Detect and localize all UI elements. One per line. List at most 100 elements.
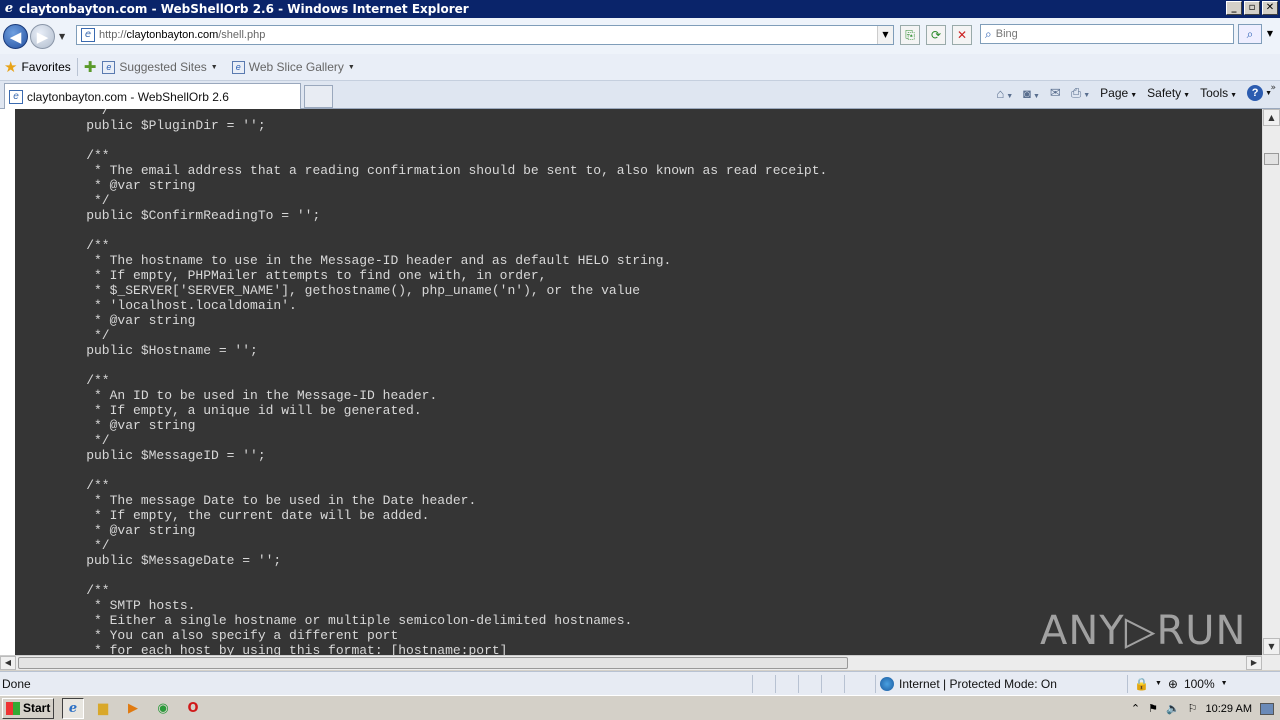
chrome-icon[interactable]: ◉: [152, 698, 174, 719]
search-input[interactable]: ⌕ Bing: [980, 24, 1234, 44]
tab-active[interactable]: e claytonbayton.com - WebShellOrb 2.6: [4, 83, 301, 109]
command-bar: ⌂ ▼ ◙ ▼ ✉ ⎙ ▼ Page ▼ Safety ▼ Tools ▼ ? ▼: [996, 85, 1272, 101]
favorites-button[interactable]: Favorites: [21, 60, 70, 74]
tools-menu[interactable]: Tools ▼: [1200, 86, 1237, 100]
minimize-button[interactable]: _: [1226, 1, 1242, 15]
page-menu[interactable]: Page ▼: [1100, 86, 1137, 100]
address-dropdown-icon[interactable]: ▼: [877, 26, 893, 44]
web-slice-gallery-link[interactable]: e Web Slice Gallery ▼: [231, 60, 355, 74]
search-go-button[interactable]: ⌕: [1238, 24, 1262, 44]
tab-row: e claytonbayton.com - WebShellOrb 2.6 ⌂ ▼…: [0, 81, 1280, 109]
address-bar[interactable]: e http://claytonbayton.com/shell.php ▼: [76, 25, 894, 45]
windows-logo-icon: [6, 701, 20, 715]
read-mail-icon[interactable]: ✉: [1050, 85, 1061, 101]
code-line: * The message Date to be used in the Dat…: [55, 493, 477, 508]
window-title-bar[interactable]: e claytonbayton.com - WebShellOrb 2.6 - …: [0, 0, 1280, 18]
new-tab-button[interactable]: [304, 85, 333, 108]
globe-icon: [880, 676, 894, 691]
zoom-level: 100%: [1183, 676, 1215, 691]
scroll-left-icon[interactable]: ◀: [0, 656, 16, 670]
code-line: * @var string: [55, 523, 196, 538]
code-line: * The email address that a reading confi…: [55, 163, 828, 178]
scroll-down-icon[interactable]: ▼: [1263, 638, 1280, 655]
address-url[interactable]: http://claytonbayton.com/shell.php: [99, 29, 265, 41]
search-placeholder: Bing: [995, 28, 1018, 40]
source-code: */ public $PluginDir = ''; /** * The ema…: [55, 109, 827, 655]
code-line: */: [55, 538, 110, 553]
file-explorer-icon[interactable]: ▆: [92, 698, 114, 719]
back-button[interactable]: ◀: [3, 23, 28, 49]
code-line: * @var string: [55, 178, 196, 193]
suggested-sites-link[interactable]: e Suggested Sites ▼: [102, 60, 218, 74]
navigation-bar: ◀ ▶ ▼ e http://claytonbayton.com/shell.p…: [0, 18, 1280, 54]
code-line: * An ID to be used in the Message-ID hea…: [55, 388, 438, 403]
chevron-down-icon: ▼: [347, 63, 355, 71]
horizontal-scrollbar[interactable]: ◀ ▶: [0, 655, 1262, 670]
compatibility-view-icon[interactable]: ⎘: [900, 25, 920, 45]
safety-menu[interactable]: Safety ▼: [1147, 86, 1190, 100]
chevron-down-icon: ▼: [1220, 680, 1228, 687]
refresh-icon[interactable]: ⟳: [926, 25, 946, 45]
network-flag-icon[interactable]: ⚐: [1188, 702, 1198, 715]
code-line: * If empty, a unique id will be generate…: [55, 403, 422, 418]
code-line: public $MessageID = '';: [55, 448, 266, 463]
status-cell: [775, 674, 798, 693]
scroll-right-icon[interactable]: ▶: [1246, 656, 1262, 670]
quick-launch: e ▆ ▶ ◉ O: [62, 697, 204, 719]
action-center-icon[interactable]: ⚑: [1148, 702, 1158, 715]
internet-explorer-taskbar-icon[interactable]: e: [62, 697, 84, 719]
opera-icon[interactable]: O: [182, 698, 204, 719]
security-zone[interactable]: Internet | Protected Mode: On: [875, 674, 1121, 693]
status-bar: Done Internet | Protected Mode: On 🔒 ▼ ⊕…: [0, 671, 1280, 695]
search-options-dropdown-icon[interactable]: ▼: [1264, 24, 1276, 44]
separator: [76, 58, 78, 76]
window-title: claytonbayton.com - WebShellOrb 2.6 - Wi…: [19, 2, 469, 16]
help-menu[interactable]: ? ▼: [1247, 85, 1272, 101]
code-line: /**: [55, 583, 110, 598]
forward-button[interactable]: ▶: [30, 23, 55, 49]
print-icon[interactable]: ⎙ ▼: [1071, 85, 1090, 101]
help-icon: ?: [1247, 85, 1264, 101]
code-line: public $PluginDir = '';: [55, 118, 266, 133]
zoom-icon: ⊕: [1167, 676, 1178, 691]
stop-icon[interactable]: ✕: [952, 25, 972, 45]
code-line: */: [55, 433, 110, 448]
start-button[interactable]: Start: [2, 697, 54, 719]
media-player-icon[interactable]: ▶: [122, 698, 144, 719]
restore-button[interactable]: ▫: [1244, 1, 1260, 15]
chevron-down-icon: ▼: [1154, 680, 1162, 687]
toolbar-overflow-icon[interactable]: »: [1270, 83, 1276, 93]
volume-icon[interactable]: 🔈: [1166, 702, 1180, 715]
scroll-up-icon[interactable]: ▲: [1263, 109, 1280, 126]
status-cell: [798, 674, 821, 693]
code-line: * 'localhost.localdomain'.: [55, 298, 297, 313]
code-line: public $Hostname = '';: [55, 343, 258, 358]
url-host: claytonbayton.com: [126, 29, 219, 41]
tools-menu-label: Tools: [1200, 86, 1229, 100]
safety-menu-label: Safety: [1147, 86, 1182, 100]
code-line: * If empty, the current date will be add…: [55, 508, 430, 523]
vertical-scrollbar[interactable]: ▲ ▼: [1262, 109, 1280, 655]
close-button[interactable]: ✕: [1262, 1, 1278, 15]
chevron-down-icon: ▼: [1130, 92, 1138, 99]
window-controls: _ ▫ ✕: [1226, 1, 1278, 15]
clock[interactable]: 10:29 AM: [1206, 703, 1252, 715]
add-to-favorites-bar-icon[interactable]: ✚: [84, 58, 97, 76]
rss-feeds-icon[interactable]: ◙ ▼: [1023, 86, 1040, 101]
horizontal-scroll-thumb[interactable]: [18, 657, 848, 669]
home-icon[interactable]: ⌂ ▼: [996, 86, 1013, 101]
zoom-control[interactable]: 🔒 ▼ ⊕ 100% ▼: [1127, 674, 1228, 693]
system-tray: ⌃ ⚑ 🔈 ⚐ 10:29 AM: [1125, 698, 1280, 719]
taskbar: Start e ▆ ▶ ◉ O ⌃ ⚑ 🔈 ⚐ 10:29 AM: [0, 695, 1280, 720]
page-content: */ public $PluginDir = ''; /** * The ema…: [0, 109, 1262, 655]
show-hidden-icons-icon[interactable]: ⌃: [1131, 702, 1140, 715]
show-desktop-icon[interactable]: [1260, 702, 1274, 715]
url-path: /shell.php: [218, 29, 266, 41]
vertical-scroll-thumb[interactable]: [1264, 153, 1279, 165]
recent-pages-dropdown-icon[interactable]: ▼: [59, 32, 65, 41]
scrollbar-corner: [1262, 655, 1280, 670]
